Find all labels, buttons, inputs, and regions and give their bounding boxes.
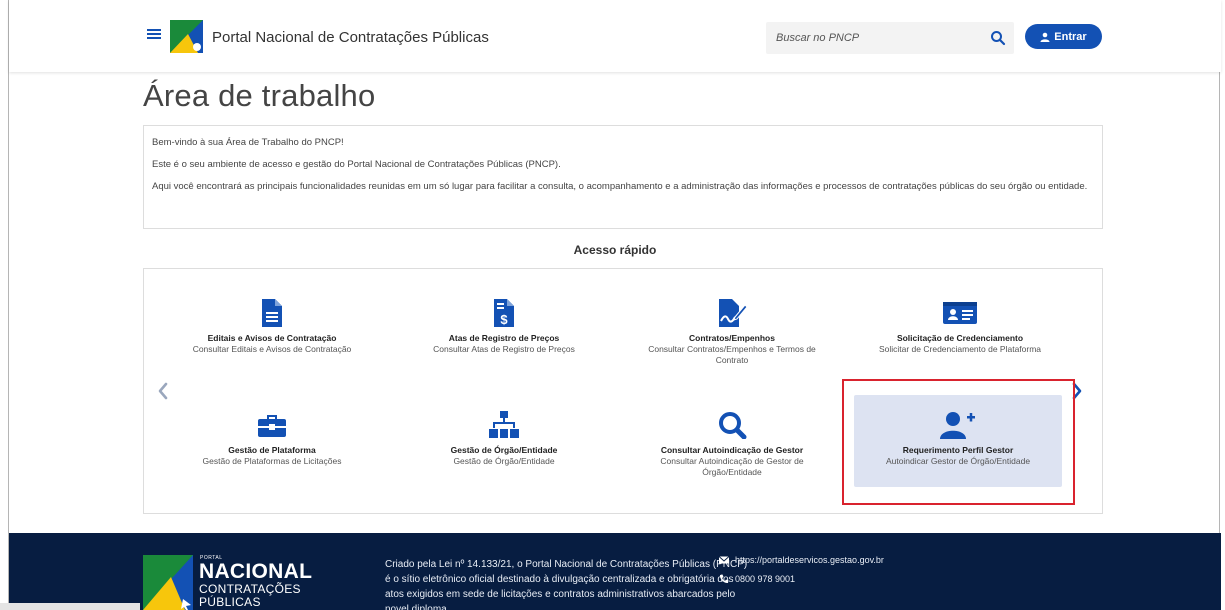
card-subtitle: Gestão de Plataformas de Licitações [202,456,342,466]
document-icon [262,299,282,327]
id-card-icon [943,302,977,324]
card-title: Atas de Registro de Preços [448,333,560,343]
site-footer: PORTAL NACIONAL CONTRATAÇÕES PÚBLICAS Cr… [9,533,1221,610]
pncp-footer-logo-icon [143,555,193,610]
footer-contact: https://portaldeservicos.gestao.gov.br 0… [719,555,884,593]
quick-access-panel: Editais e Avisos de Contratação Consulta… [143,268,1103,514]
browser-frame: Portal Nacional de Contratações Públicas… [8,0,1221,610]
card-consultar-autoindicacao[interactable]: Consultar Autoindicação de Gestor Consul… [640,411,824,478]
card-title: Consultar Autoindicação de Gestor [660,445,804,455]
signature-icon [719,299,747,327]
card-atas[interactable]: $ Atas de Registro de Preços Consultar A… [412,299,596,355]
card-title: Solicitação de Credenciamento [896,333,1024,343]
card-credenciamento[interactable]: Solicitação de Credenciamento Solicitar … [868,299,1052,355]
footer-email-row[interactable]: https://portaldeservicos.gestao.gov.br [719,555,884,565]
card-title: Editais e Avisos de Contratação [207,333,337,343]
hamburger-menu-icon[interactable] [147,27,161,43]
portal-title[interactable]: Portal Nacional de Contratações Públicas [212,29,489,46]
card-title: Contratos/Empenhos [689,333,775,343]
card-editais[interactable]: Editais e Avisos de Contratação Consulta… [180,299,364,355]
highlight-annotation-box [842,379,1075,505]
card-subtitle: Consultar Contratos/Empenhos e Termos de… [648,344,816,365]
card-subtitle: Consultar Atas de Registro de Preços [433,344,575,354]
footer-description: Criado pela Lei nº 14.133/21, o Portal N… [385,559,748,610]
footer-logo-contratacoes: CONTRATAÇÕES [199,582,301,596]
price-document-icon: $ [494,299,514,327]
envelope-icon [719,556,729,564]
card-title: Gestão de Plataforma [228,445,316,455]
footer-email[interactable]: https://portaldeservicos.gestao.gov.br [735,555,884,565]
card-title: Gestão de Órgão/Entidade [450,445,558,455]
briefcase-icon [258,415,286,437]
footer-logo-nacional: NACIONAL [199,560,313,583]
search-icon [719,412,747,439]
login-label: Entrar [1054,30,1087,43]
carousel-prev-icon[interactable] [156,381,170,401]
browser-status-bar [0,603,140,610]
search-input[interactable] [766,22,976,54]
org-chart-icon [489,411,519,438]
card-subtitle: Solicitar de Credenciamento de Plataform… [878,344,1042,354]
card-subtitle: Consultar Editais e Avisos de Contrataçã… [192,344,352,354]
card-gestao-plataforma[interactable]: Gestão de Plataforma Gestão de Plataform… [180,411,364,467]
quick-access-title: Acesso rápido [573,243,657,257]
pncp-logo-icon[interactable] [170,20,203,53]
footer-phone: 0800 978 9001 [735,574,796,584]
card-subtitle: Gestão de Órgão/Entidade [453,456,555,466]
page-title: Área de trabalho [143,78,376,113]
welcome-panel: Bem-vindo à sua Área de Trabalho do PNCP… [143,125,1103,229]
welcome-line-1: Bem-vindo à sua Área de Trabalho do PNCP… [152,137,344,148]
footer-phone-row: 0800 978 9001 [719,574,884,584]
card-contratos[interactable]: Contratos/Empenhos Consultar Contratos/E… [640,299,824,366]
search-box [766,22,1014,54]
search-icon[interactable] [990,30,1006,46]
card-subtitle: Consultar Autoindicação de Gestor de Órg… [660,456,804,477]
phone-icon [719,574,729,584]
footer-logo: PORTAL NACIONAL CONTRATAÇÕES PÚBLICAS [143,555,312,610]
login-button[interactable]: Entrar [1025,24,1102,49]
card-gestao-orgao[interactable]: Gestão de Órgão/Entidade Gestão de Órgão… [412,411,596,467]
svg-text:$: $ [500,312,508,327]
welcome-line-2: Este é o seu ambiente de acesso e gestão… [152,159,561,170]
site-header: Portal Nacional de Contratações Públicas… [9,0,1221,72]
footer-logo-publicas: PÚBLICAS [199,595,261,609]
user-icon [1040,32,1050,42]
welcome-line-3: Aqui você encontrará as principais funci… [152,181,1088,192]
